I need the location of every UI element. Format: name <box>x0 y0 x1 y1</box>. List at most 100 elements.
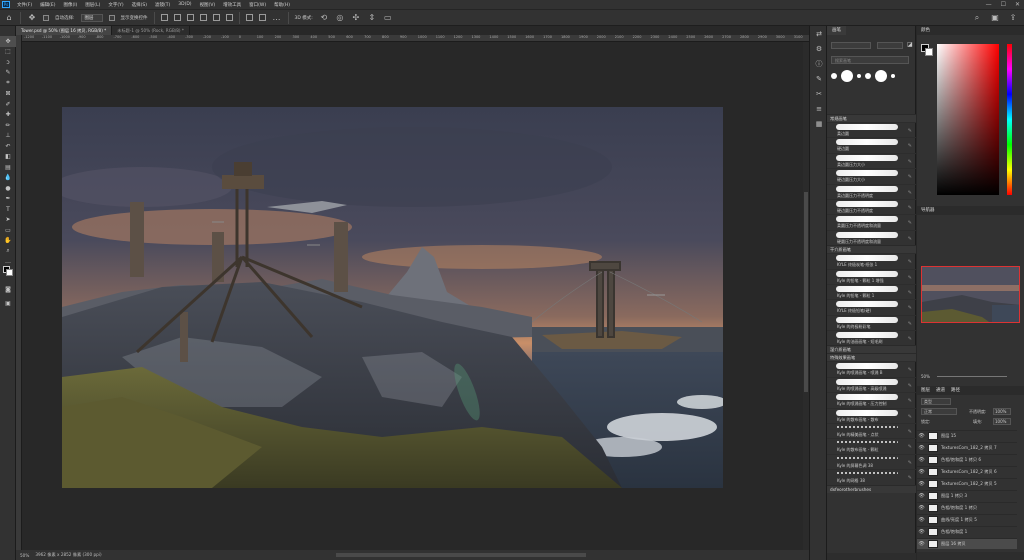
navigator-preview[interactable] <box>921 266 1020 323</box>
visibility-eye-icon[interactable]: 👁 <box>917 481 926 487</box>
recent-brush-5[interactable] <box>875 70 887 82</box>
brush-preset[interactable]: Kyle 的铅笔 - 颗粒 1 ✎ <box>827 283 916 299</box>
tab-tower-psd[interactable]: Tower.psd @ 50% (图层 16 拷贝, RGB/8) * <box>16 26 113 35</box>
shape-tool-icon[interactable]: ▭ <box>0 225 16 236</box>
layer-row[interactable]: 👁 TexturesCom_182_2 拷贝 6 <box>917 466 1017 477</box>
tab-navigator[interactable]: 导航器 <box>921 206 935 215</box>
navigator-zoom[interactable]: 50% <box>921 374 930 379</box>
info-icon[interactable]: ⓘ <box>810 56 828 71</box>
brush-tool-icon[interactable]: ✏ <box>0 120 16 131</box>
distribute-icon[interactable] <box>245 14 253 21</box>
tab-brushes[interactable]: 画笔 <box>827 26 846 35</box>
quick-select-tool-icon[interactable]: ✎ <box>0 68 16 79</box>
minimize-icon[interactable]: — <box>986 0 992 9</box>
menu-item[interactable]: 帮助(H) <box>270 2 294 8</box>
tab-paths[interactable]: 路径 <box>951 386 960 395</box>
brush-search-input[interactable]: 搜索画笔 <box>831 56 909 64</box>
quick-mask-icon[interactable]: ◙ <box>0 284 16 295</box>
align-middle-icon[interactable] <box>212 14 220 21</box>
dodge-tool-icon[interactable]: ● <box>0 183 16 194</box>
visibility-eye-icon[interactable]: 👁 <box>917 457 926 463</box>
align-center-icon[interactable] <box>173 14 181 21</box>
tab-untitled-1[interactable]: 未标题-1 @ 50% (Rock, RGB/8) * <box>112 26 190 35</box>
brush-preset[interactable]: Kyle 的屏幕色调 38 ✎ <box>827 453 916 469</box>
lasso-tool-icon[interactable]: ↄ <box>0 57 16 68</box>
menu-item[interactable]: 文件(F) <box>13 2 36 8</box>
brush-size-field[interactable] <box>831 42 871 49</box>
brush-preset[interactable]: Kyle 的精美画笔 - 点状 ✎ <box>827 423 916 438</box>
tab-color[interactable]: 颜色 <box>921 26 930 35</box>
home-icon[interactable]: ⌂ <box>4 13 14 23</box>
background-color-swatch[interactable] <box>6 269 13 276</box>
layer-row[interactable]: 👁 曲线/亮度 1 拷贝 5 <box>917 514 1017 525</box>
brush-preset[interactable]: KYLE 终极炭笔-纸张 1 ✎ <box>827 253 916 268</box>
brush-preset[interactable]: 硬边圆 ✎ <box>827 137 916 152</box>
marquee-tool-icon[interactable]: ⬚ <box>0 47 16 58</box>
move-tool-icon[interactable]: ✥ <box>27 13 37 23</box>
menu-item[interactable]: 图层(L) <box>81 2 104 8</box>
tab-channels[interactable]: 通道 <box>936 386 945 395</box>
hand-tool-icon[interactable]: ✋ <box>0 236 16 247</box>
visibility-eye-icon[interactable]: 👁 <box>917 433 926 439</box>
3d-slide-icon[interactable]: ⇕ <box>367 13 377 23</box>
align-bottom-icon[interactable] <box>225 14 233 21</box>
brush-preset[interactable]: 柔边圆 ✎ <box>827 122 916 137</box>
clone-source-icon[interactable]: ✂ <box>810 86 828 101</box>
brush-preset[interactable]: Kyle 的网格 38 ✎ <box>827 469 916 484</box>
recent-brush-3[interactable] <box>857 74 861 78</box>
brush-preset[interactable]: 柔边圆压力大小 ✎ <box>827 152 916 168</box>
menu-item[interactable]: 文字(Y) <box>104 2 127 8</box>
3d-rotate-icon[interactable]: ⟲ <box>319 13 329 23</box>
menu-item[interactable]: 增效工具 <box>219 2 245 8</box>
show-transform-checkbox[interactable] <box>108 14 115 21</box>
visibility-eye-icon[interactable]: 👁 <box>917 445 926 451</box>
maximize-icon[interactable]: ☐ <box>1001 0 1006 9</box>
artwork-image[interactable] <box>62 107 723 488</box>
brush-preset[interactable]: KYLE 终极铅笔(硬) ✎ <box>827 299 916 314</box>
brush-preset[interactable]: Kyle 的散布画笔 - 散布 ✎ <box>827 407 916 423</box>
recent-brush-1[interactable] <box>831 73 837 79</box>
visibility-eye-icon[interactable]: 👁 <box>917 505 926 511</box>
brush-preset[interactable]: Kyle 的喷溅画笔 - 喷溅 B ✎ <box>827 361 916 376</box>
opacity-input[interactable]: 100% <box>993 408 1011 415</box>
layer-row[interactable]: 👁 TexturesCom_182_2 拷贝 7 <box>917 442 1017 453</box>
tab-layers[interactable]: 图层 <box>921 386 930 395</box>
brush-preset[interactable]: 硬圆压力不透明度和流量 ✎ <box>827 229 916 245</box>
share-icon[interactable]: ⇪ <box>1008 13 1018 23</box>
align-right-icon[interactable] <box>186 14 194 21</box>
history-icon[interactable]: ⇄ <box>810 26 828 41</box>
brush-preset[interactable]: Kyle 的铅笔 - 颗粒 1 增强 ✎ <box>827 268 916 284</box>
layer-row[interactable]: 👁 图层 1 拷贝 3 <box>917 490 1017 501</box>
zoom-tool-icon[interactable]: ⌕ <box>0 246 16 257</box>
visibility-eye-icon[interactable]: 👁 <box>917 529 926 535</box>
brush-size-slider[interactable] <box>877 42 903 49</box>
menu-item[interactable]: 图像(I) <box>59 2 81 8</box>
horizontal-scrollbar[interactable] <box>336 553 586 557</box>
color-picker-field[interactable] <box>937 44 999 195</box>
layer-row[interactable]: 👁 色相/饱和度 1 <box>917 526 1017 537</box>
menu-item[interactable]: 窗口(W) <box>245 2 270 8</box>
visibility-eye-icon[interactable]: 👁 <box>917 517 926 523</box>
recent-brush-4[interactable] <box>865 73 871 79</box>
brush-settings-icon[interactable]: ✎ <box>810 71 828 86</box>
recent-brush-6[interactable] <box>891 74 895 78</box>
brush-preset[interactable]: 柔圆压力不透明度和流量 ✎ <box>827 214 916 229</box>
pen-tool-icon[interactable]: ✒ <box>0 194 16 205</box>
search-icon[interactable]: ⌕ <box>972 13 982 23</box>
workspace-icon[interactable]: ▣ <box>990 13 1000 23</box>
zoom-level[interactable]: 50% <box>20 553 29 558</box>
brush-preset[interactable]: 硬边圆压力不透明度 ✎ <box>827 198 916 214</box>
gradient-tool-icon[interactable]: ▤ <box>0 162 16 173</box>
properties-icon[interactable]: ≡ <box>810 101 828 116</box>
menu-item[interactable]: 视图(V) <box>196 2 220 8</box>
hue-slider[interactable] <box>1007 44 1012 195</box>
brush-preset[interactable]: Kyle 的散布画笔 - 颗粒 ✎ <box>827 438 916 453</box>
crop-tool-icon[interactable]: ⌗ <box>0 78 16 89</box>
layer-row[interactable]: 👁 色相/饱和度 1 拷贝 <box>917 502 1017 513</box>
3d-roll-icon[interactable]: ◎ <box>335 13 345 23</box>
brush-preset[interactable]: Kyle 的喷溅画笔 - 高级喷溅 ✎ <box>827 376 916 392</box>
frame-tool-icon[interactable]: ⊠ <box>0 89 16 100</box>
close-icon[interactable]: ✕ <box>1015 0 1020 9</box>
move-tool-icon[interactable]: ✥ <box>0 36 16 47</box>
brush-preset[interactable]: 柔边圆压力不透明度 ✎ <box>827 183 916 199</box>
